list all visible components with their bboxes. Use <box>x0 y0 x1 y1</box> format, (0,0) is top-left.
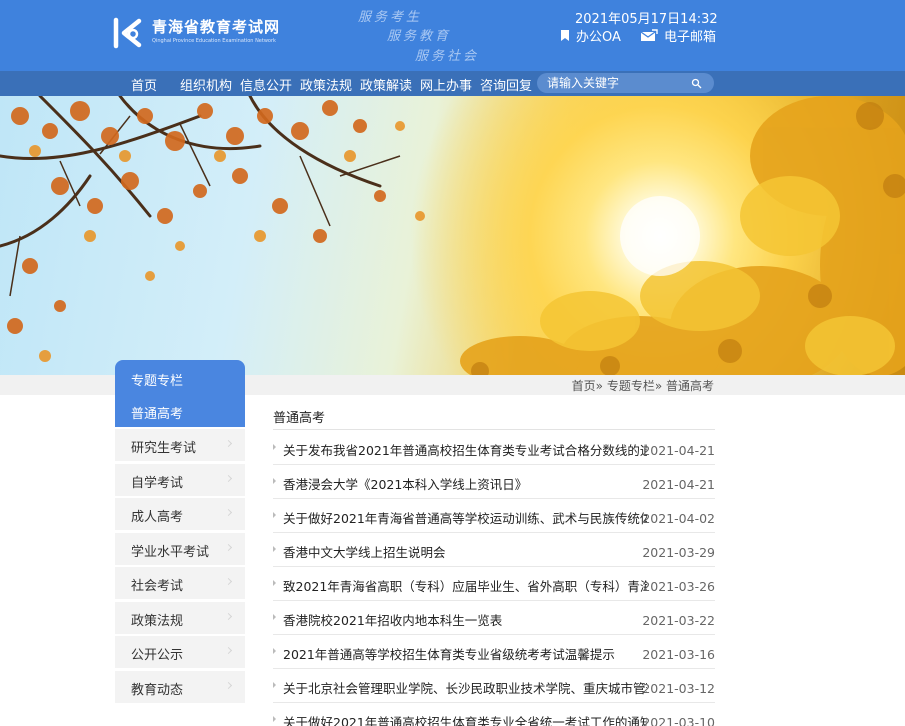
nav-item-online-services[interactable]: 网上办事 <box>420 75 472 94</box>
news-item[interactable]: 香港中文大学线上招生说明会 2021-03-29 <box>273 533 715 567</box>
nav-item-policy-interpretation[interactable]: 政策解读 <box>360 75 412 94</box>
news-title[interactable]: 2021年普通高等学校招生体育类专业省级统考考试温馨提示 <box>283 644 647 663</box>
news-title[interactable]: 关于发布我省2021年普通高校招生体育类专业考试合格分数线的通知 <box>283 440 647 459</box>
bullet-icon <box>273 682 276 688</box>
office-oa-link[interactable]: 办公OA <box>560 26 621 45</box>
bullet-icon <box>273 444 276 450</box>
news-title[interactable]: 关于北京社会管理职业学院、长沙民政职业技术学院、重庆城市管理 <box>283 678 647 697</box>
news-date: 2021-03-10 <box>642 715 715 726</box>
chevron-right-icon <box>224 543 233 552</box>
news-title[interactable]: 关于做好2021年青海省普通高等学校运动训练、武术与民族传统体育 <box>283 508 647 527</box>
search-input[interactable] <box>547 74 687 92</box>
news-date: 2021-04-02 <box>642 511 715 526</box>
main-nav: 首页 组织机构 信息公开 政策法规 政策解读 网上办事 咨询回复 <box>0 71 905 96</box>
search-icon[interactable] <box>691 78 702 89</box>
sidebar-item-label: 自学考试 <box>131 476 184 491</box>
sidebar-item-label: 普通高考 <box>131 407 184 422</box>
site-logo[interactable]: 青海省教育考试网 Qinghai Province Education Exam… <box>112 14 302 54</box>
section-title: 普通高考 <box>273 411 326 426</box>
news-item[interactable]: 关于北京社会管理职业学院、长沙民政职业技术学院、重庆城市管理 2021-03-12 <box>273 669 715 703</box>
email-link[interactable]: 电子邮箱 <box>640 26 716 45</box>
title-divider <box>273 429 715 430</box>
nav-item-consultation[interactable]: 咨询回复 <box>480 75 532 94</box>
bullet-icon <box>273 614 276 620</box>
news-item[interactable]: 致2021年青海省高职（专科）应届毕业生、省外高职（专科）青海籍 2021-03-… <box>273 567 715 601</box>
slogan-3: 服务社会 <box>415 49 480 64</box>
sidebar-title: 专题专栏 <box>115 360 245 395</box>
sidebar-item-label: 政策法规 <box>131 614 184 629</box>
chevron-right-icon <box>224 508 233 517</box>
sidebar: 专题专栏 普通高考 研究生考试 自学考试 成人高考 学业水平考试 社会考试 政策… <box>115 360 245 726</box>
sidebar-item-public-notices[interactable]: 公开公示 <box>115 636 245 669</box>
email-label: 电子邮箱 <box>664 30 717 45</box>
bullet-icon <box>273 648 276 654</box>
slogan-2: 服务教育 <box>387 29 452 44</box>
bullet-icon <box>273 546 276 552</box>
sidebar-item-self-study-exam[interactable]: 自学考试 <box>115 464 245 497</box>
sidebar-item-education-news[interactable]: 教育动态 <box>115 671 245 704</box>
news-date: 2021-04-21 <box>642 443 715 458</box>
slogan-1: 服务考生 <box>358 10 423 25</box>
sidebar-item-label: 学业水平考试 <box>131 545 210 560</box>
news-title[interactable]: 香港浸会大学《2021本科入学线上资讯日》 <box>283 474 647 493</box>
mail-icon <box>640 29 658 41</box>
nav-item-info-disclosure[interactable]: 信息公开 <box>240 75 292 94</box>
news-title[interactable]: 香港中文大学线上招生说明会 <box>283 542 647 561</box>
chevron-right-icon <box>224 439 233 448</box>
sidebar-item-label: 社会考试 <box>131 579 184 594</box>
logo-title: 青海省教育考试网 <box>152 18 281 36</box>
page: 青海省教育考试网 Qinghai Province Education Exam… <box>0 0 905 726</box>
nav-item-home[interactable]: 首页 <box>131 75 157 94</box>
sidebar-item-label: 成人高考 <box>131 510 184 525</box>
sidebar-item-label: 教育动态 <box>131 683 184 698</box>
news-item[interactable]: 关于做好2021年青海省普通高等学校运动训练、武术与民族传统体育 2021-04-… <box>273 499 715 533</box>
logo-subtitle: Qinghai Province Education Examination N… <box>152 38 276 44</box>
news-date: 2021-03-22 <box>642 613 715 628</box>
chevron-right-icon <box>224 681 233 690</box>
news-title[interactable]: 关于做好2021年普通高校招生体育类专业全省统一考试工作的通知 <box>283 712 647 726</box>
chevron-right-icon <box>224 474 233 483</box>
bullet-icon <box>273 716 276 722</box>
site-header: 青海省教育考试网 Qinghai Province Education Exam… <box>0 0 905 71</box>
sidebar-item-label: 研究生考试 <box>131 441 197 456</box>
banner-foliage <box>0 96 905 375</box>
sidebar-item-graduate-exam[interactable]: 研究生考试 <box>115 429 245 462</box>
sidebar-item-adult-exam[interactable]: 成人高考 <box>115 498 245 531</box>
sidebar-item-social-exam[interactable]: 社会考试 <box>115 567 245 600</box>
search-box <box>537 73 714 93</box>
bookmark-icon <box>561 30 569 41</box>
news-item[interactable]: 关于做好2021年普通高校招生体育类专业全省统一考试工作的通知 2021-03-1… <box>273 703 715 726</box>
chevron-right-icon <box>224 646 233 655</box>
news-item[interactable]: 香港浸会大学《2021本科入学线上资讯日》 2021-04-21 <box>273 465 715 499</box>
news-title[interactable]: 香港院校2021年招收内地本科生一览表 <box>283 610 647 629</box>
chevron-right-icon <box>224 612 233 621</box>
nav-item-policies[interactable]: 政策法规 <box>300 75 352 94</box>
news-title[interactable]: 致2021年青海省高职（专科）应届毕业生、省外高职（专科）青海籍 <box>283 576 647 595</box>
news-date: 2021-03-29 <box>642 545 715 560</box>
sidebar-item-general-gaokao[interactable]: 普通高考 <box>115 395 245 428</box>
bullet-icon <box>273 512 276 518</box>
news-item[interactable]: 2021年普通高等学校招生体育类专业省级统考考试温馨提示 2021-03-16 <box>273 635 715 669</box>
news-date: 2021-03-26 <box>642 579 715 594</box>
bullet-icon <box>273 478 276 484</box>
office-oa-label: 办公OA <box>576 30 621 45</box>
news-item[interactable]: 香港院校2021年招收内地本科生一览表 2021-03-22 <box>273 601 715 635</box>
logo-mark-icon <box>113 17 142 49</box>
current-datetime: 2021年05月17日14:32 <box>575 12 718 27</box>
news-date: 2021-03-16 <box>642 647 715 662</box>
nav-item-organization[interactable]: 组织机构 <box>180 75 232 94</box>
breadcrumb[interactable]: 首页» 专题专栏» 普通高考 <box>572 377 714 394</box>
news-item[interactable]: 关于发布我省2021年普通高校招生体育类专业考试合格分数线的通知 2021-04-… <box>273 431 715 465</box>
sidebar-item-policies[interactable]: 政策法规 <box>115 602 245 635</box>
news-date: 2021-03-12 <box>642 681 715 696</box>
bullet-icon <box>273 580 276 586</box>
sidebar-item-label: 公开公示 <box>131 648 184 663</box>
chevron-right-icon <box>224 577 233 586</box>
banner-image <box>0 96 905 375</box>
news-date: 2021-04-21 <box>642 477 715 492</box>
sidebar-item-academic-level-exam[interactable]: 学业水平考试 <box>115 533 245 566</box>
